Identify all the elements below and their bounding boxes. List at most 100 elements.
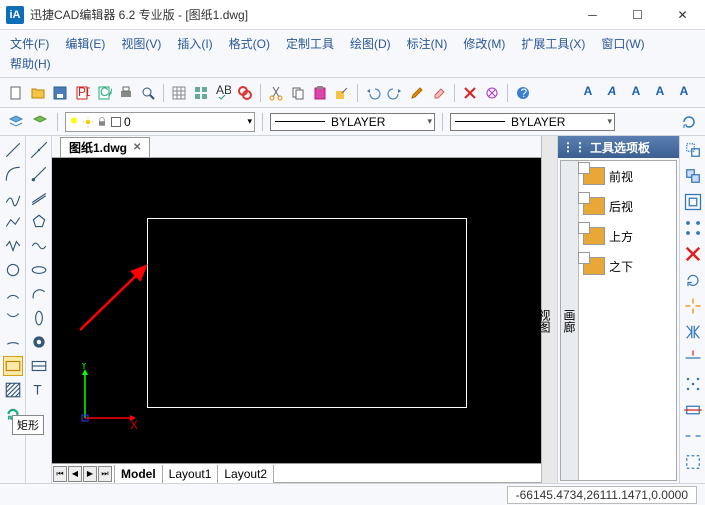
ellipse-icon[interactable] [29, 260, 49, 280]
points-icon[interactable] [683, 374, 703, 394]
text-style-a3[interactable]: A [627, 84, 645, 98]
arc4-icon[interactable] [29, 284, 49, 304]
lineweight-combo[interactable]: BYLAYER [450, 113, 615, 131]
save-icon[interactable] [50, 83, 70, 103]
text-style-a2[interactable]: A [603, 84, 621, 98]
copy-icon[interactable] [288, 83, 308, 103]
copy2-icon[interactable] [683, 166, 703, 186]
tab-layout2[interactable]: Layout2 [218, 465, 274, 483]
cad-icon[interactable]: CAD [94, 83, 114, 103]
ellipse-arc-icon[interactable] [3, 332, 23, 352]
close-tab-icon[interactable]: ✕ [133, 142, 141, 153]
hatch-icon[interactable] [3, 380, 23, 400]
menu-edit[interactable]: 编辑(E) [65, 35, 105, 52]
brush-icon[interactable] [407, 83, 427, 103]
arc3-icon[interactable] [3, 308, 23, 328]
menu-file[interactable]: 文件(F) [10, 35, 49, 52]
region-icon[interactable] [29, 356, 49, 376]
spell-icon[interactable]: ABC [213, 83, 233, 103]
menu-extend-tools[interactable]: 扩展工具(X) [521, 35, 585, 52]
donut-icon[interactable] [29, 332, 49, 352]
tab-next-icon[interactable]: ▶ [83, 466, 97, 482]
find-icon[interactable] [235, 83, 255, 103]
spline-icon[interactable] [3, 188, 23, 208]
menu-draw[interactable]: 绘图(D) [350, 35, 391, 52]
help-icon[interactable]: ? [513, 83, 533, 103]
paste-icon[interactable] [310, 83, 330, 103]
rectangle-icon[interactable] [3, 356, 23, 376]
text-icon[interactable]: T [29, 380, 49, 400]
wave-icon[interactable] [29, 236, 49, 256]
text-style-a4[interactable]: A [651, 84, 669, 98]
cleanup-icon[interactable] [482, 83, 502, 103]
drawing-canvas[interactable]: Y X [52, 158, 541, 463]
palette-item[interactable]: 后视 [583, 197, 672, 215]
layer-mgr-icon[interactable] [6, 112, 26, 132]
ray-icon[interactable] [29, 164, 49, 184]
arc2-icon[interactable] [3, 284, 23, 304]
maximize-button[interactable]: ☐ [615, 0, 660, 30]
palette-header[interactable]: ⋮⋮ 工具选项板 [558, 136, 679, 158]
break-icon[interactable] [683, 426, 703, 446]
preview-icon[interactable] [138, 83, 158, 103]
rotate-icon[interactable] [683, 270, 703, 290]
tab-last-icon[interactable]: ⏭ [98, 466, 112, 482]
menu-view[interactable]: 视图(V) [121, 35, 161, 52]
grid2-icon[interactable] [191, 83, 211, 103]
move-icon[interactable] [683, 140, 703, 160]
undo-icon[interactable] [363, 83, 383, 103]
menu-custom-tools[interactable]: 定制工具 [286, 35, 334, 52]
mirror-icon[interactable] [683, 322, 703, 342]
zigzag-icon[interactable] [3, 236, 23, 256]
offset-icon[interactable] [683, 192, 703, 212]
text-style-a5[interactable]: A [675, 84, 693, 98]
pdf-icon[interactable]: PDF [72, 83, 92, 103]
stretch-icon[interactable] [683, 400, 703, 420]
new-icon[interactable] [6, 83, 26, 103]
array-icon[interactable] [683, 218, 703, 238]
palette-item[interactable]: 之下 [583, 257, 672, 275]
multiline-icon[interactable] [29, 188, 49, 208]
delete-icon[interactable] [460, 83, 480, 103]
menu-help[interactable]: 帮助(H) [10, 55, 51, 72]
menu-format[interactable]: 格式(O) [229, 35, 270, 52]
refresh-icon[interactable] [679, 112, 699, 132]
delete2-icon[interactable] [683, 244, 703, 264]
join-icon[interactable] [683, 452, 703, 472]
polyline-icon[interactable] [3, 212, 23, 232]
cut-icon[interactable] [266, 83, 286, 103]
trim-icon[interactable] [683, 348, 703, 368]
print-icon[interactable] [116, 83, 136, 103]
minimize-button[interactable]: ─ [570, 0, 615, 30]
menu-modify[interactable]: 修改(M) [463, 35, 505, 52]
match-icon[interactable] [332, 83, 352, 103]
close-button[interactable]: ✕ [660, 0, 705, 30]
palette-item[interactable]: 前视 [583, 167, 672, 185]
menu-dimension[interactable]: 标注(N) [407, 35, 448, 52]
circle-icon[interactable] [3, 260, 23, 280]
linetype-combo[interactable]: BYLAYER [270, 113, 435, 131]
text-style-a1[interactable]: A [579, 84, 597, 98]
palette-item[interactable]: 上方 [583, 227, 672, 245]
arc-icon[interactable] [3, 164, 23, 184]
tab-first-icon[interactable]: ⏮ [53, 466, 67, 482]
open-icon[interactable] [28, 83, 48, 103]
layer-icon[interactable] [30, 112, 50, 132]
menu-insert[interactable]: 插入(I) [177, 35, 212, 52]
tab-model[interactable]: Model [114, 465, 163, 483]
view-swatch-icon [583, 227, 605, 245]
xline-icon[interactable] [29, 140, 49, 160]
tab-layout1[interactable]: Layout1 [163, 465, 219, 483]
explode-icon[interactable] [683, 296, 703, 316]
menu-window[interactable]: 窗口(W) [601, 35, 644, 52]
grid-icon[interactable] [169, 83, 189, 103]
polygon-icon[interactable] [29, 212, 49, 232]
redo-icon[interactable] [385, 83, 405, 103]
palette-tab-gallery[interactable]: 画廊 [561, 309, 578, 333]
line-icon[interactable] [3, 140, 23, 160]
document-tab[interactable]: 图纸1.dwg ✕ [60, 137, 150, 157]
ellipse2-icon[interactable] [29, 308, 49, 328]
tab-prev-icon[interactable]: ◀ [68, 466, 82, 482]
layer-combo[interactable]: 0 ▾ [65, 112, 255, 132]
erase-icon[interactable] [429, 83, 449, 103]
